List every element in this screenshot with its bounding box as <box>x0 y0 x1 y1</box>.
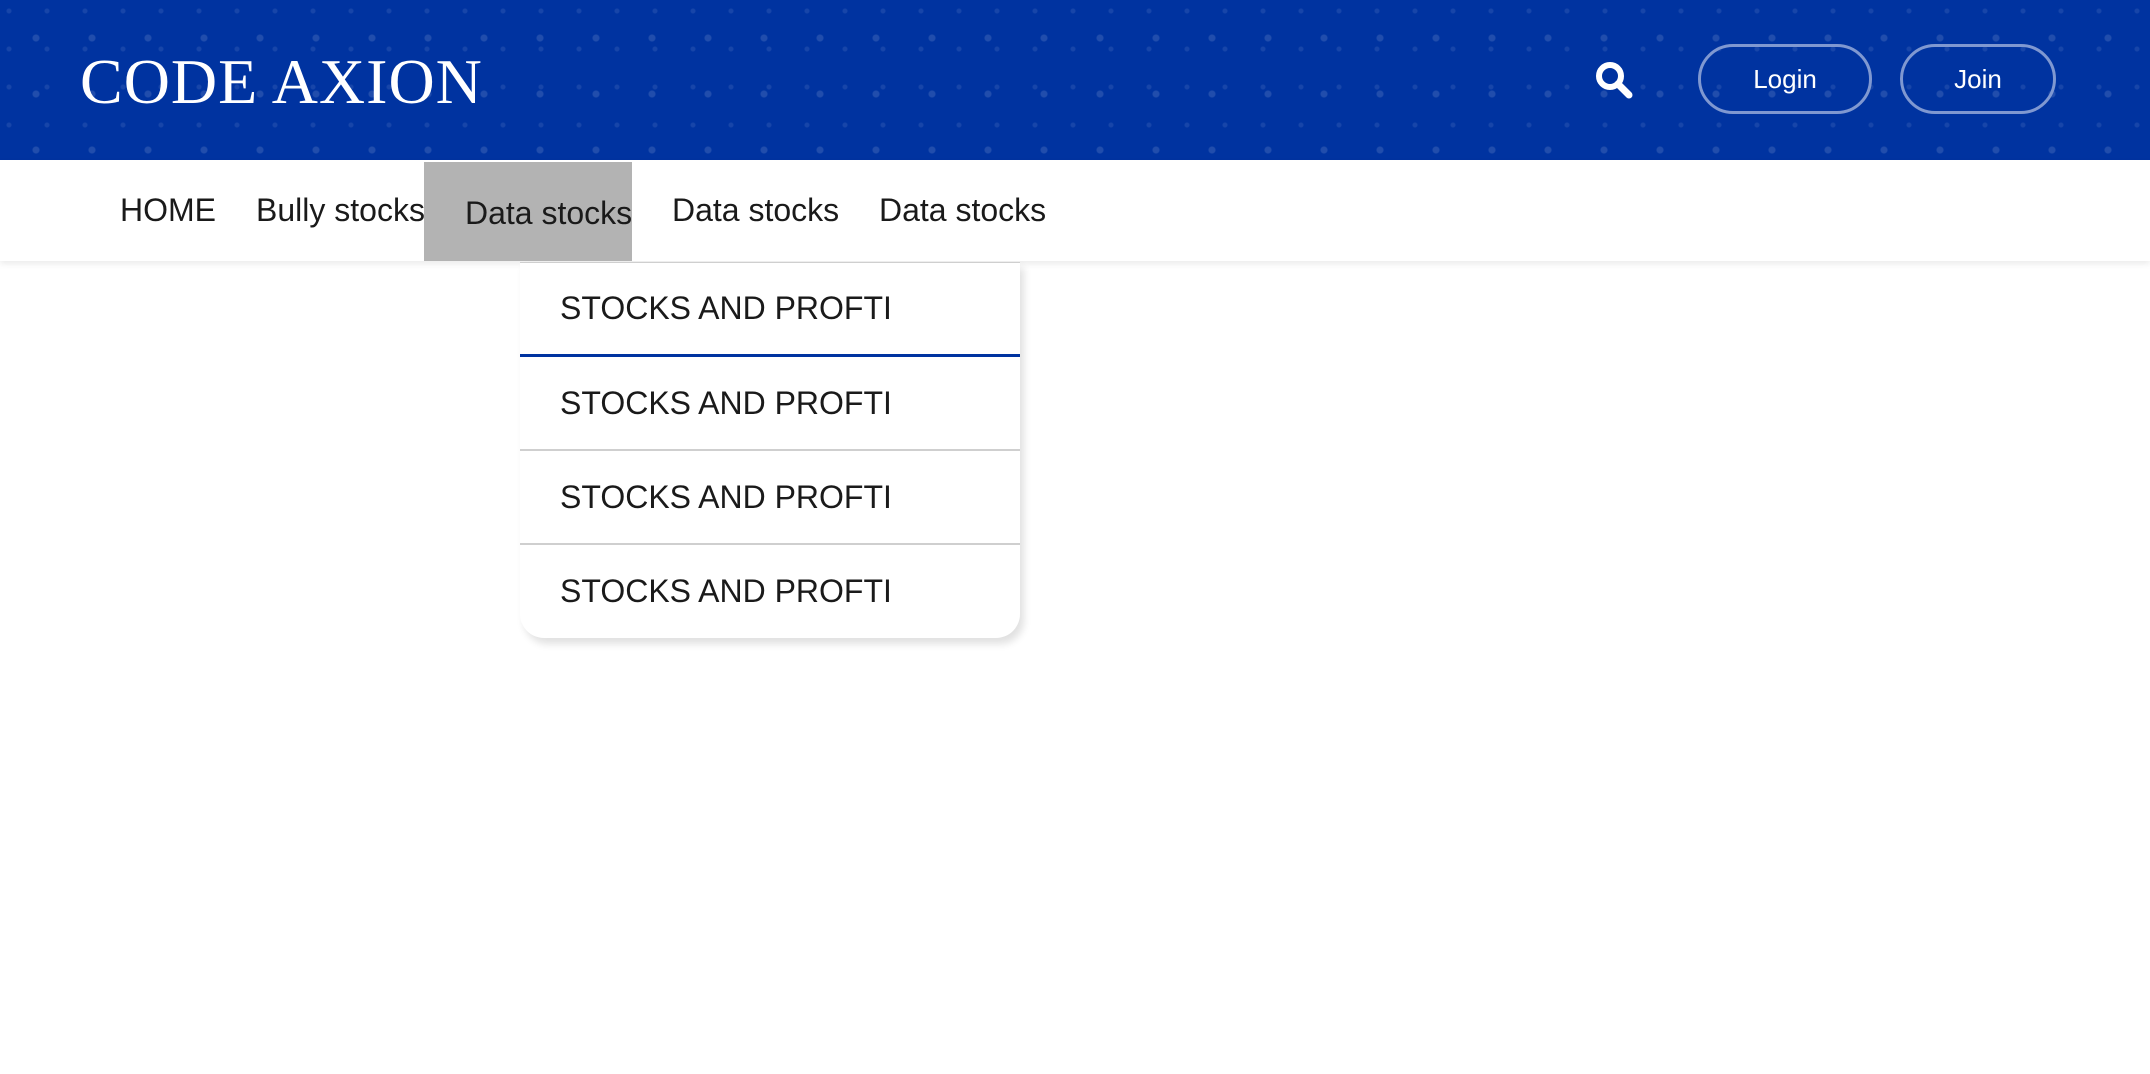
nav-item-data-stocks-3[interactable]: Data stocks <box>879 160 1046 261</box>
main-nav: HOME Bully stocks Data stocks Data stock… <box>0 160 2150 261</box>
site-header: CODE AXION Login Join <box>0 0 2150 160</box>
site-logo[interactable]: CODE AXION <box>80 44 483 120</box>
dropdown-item[interactable]: STOCKS AND PROFTI <box>520 545 1020 637</box>
nav-item-home[interactable]: HOME <box>120 160 216 261</box>
nav-dropdown-menu: STOCKS AND PROFTI STOCKS AND PROFTI STOC… <box>520 262 1020 638</box>
login-button[interactable]: Login <box>1698 44 1872 114</box>
dropdown-item[interactable]: STOCKS AND PROFTI <box>520 451 1020 545</box>
nav-item-data-stocks-2[interactable]: Data stocks <box>672 160 839 261</box>
join-button[interactable]: Join <box>1900 44 2056 114</box>
nav-item-data-stocks-active[interactable]: Data stocks <box>424 162 632 261</box>
search-icon[interactable] <box>1594 60 1634 100</box>
nav-item-bully-stocks[interactable]: Bully stocks <box>256 160 425 261</box>
dropdown-item[interactable]: STOCKS AND PROFTI <box>520 263 1020 357</box>
dropdown-item[interactable]: STOCKS AND PROFTI <box>520 357 1020 451</box>
